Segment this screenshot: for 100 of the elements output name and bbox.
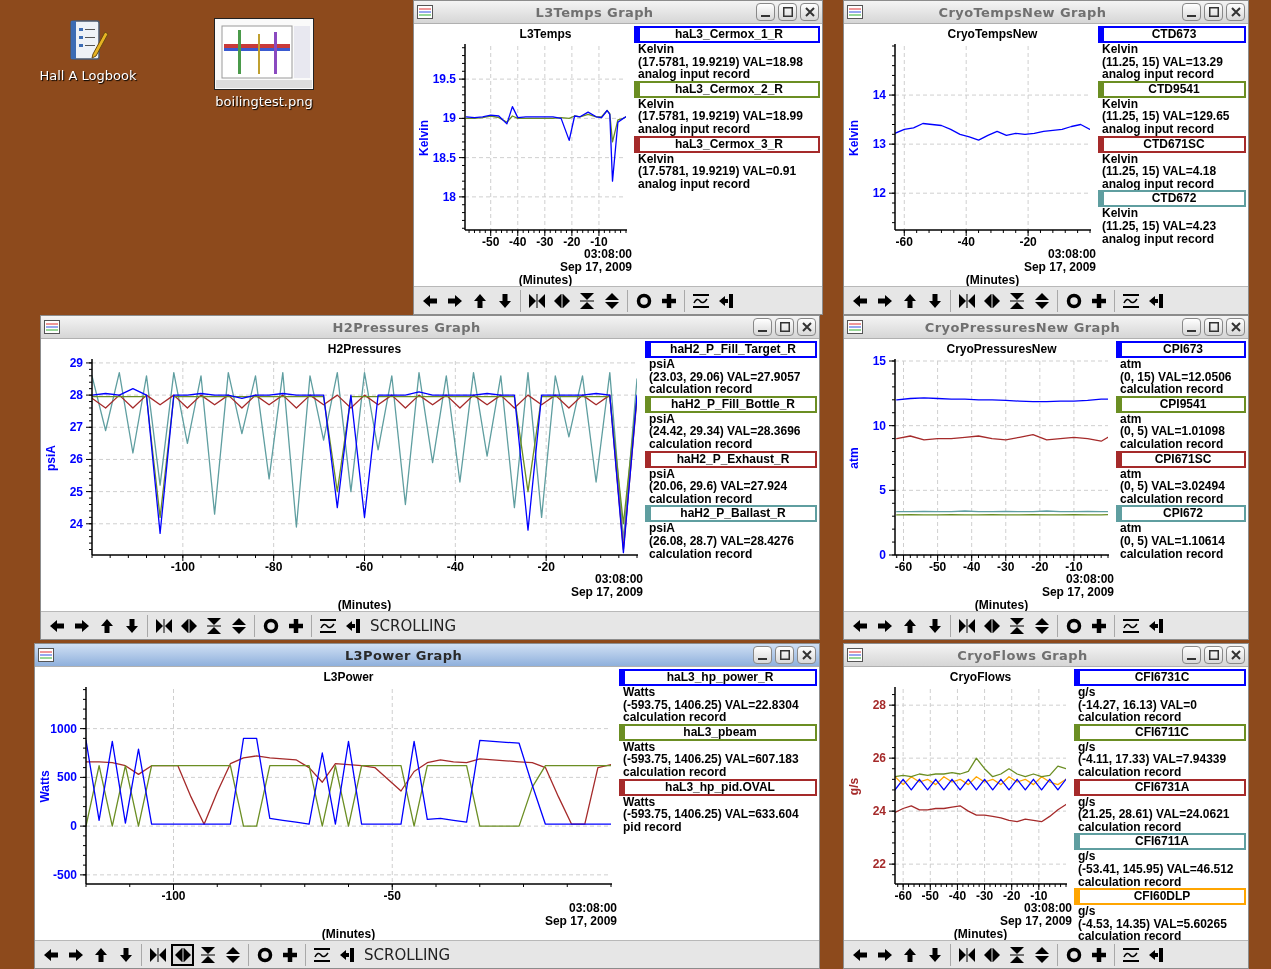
trace-name-button[interactable]: haL3_Cermox_3_R — [634, 135, 820, 153]
trace-name-button[interactable]: CTD671SC — [1098, 135, 1246, 153]
y-axis-label: psiA — [44, 445, 58, 471]
maximize-button[interactable] — [1204, 646, 1223, 664]
trace-name-button[interactable]: CTD673 — [1098, 26, 1246, 43]
window-title: CryoTempsNew Graph — [937, 4, 1108, 20]
y-axis-label: atm — [847, 447, 861, 469]
units-label: g/s — [1077, 795, 1096, 809]
trace-name-button[interactable]: CFI60DLP — [1074, 888, 1246, 906]
y-axis-label: Watts — [38, 770, 52, 803]
chart-title: L3Temps — [519, 27, 572, 41]
chart-icon[interactable] — [847, 320, 863, 334]
y-tick-label: 14 — [872, 88, 886, 103]
maximize-button[interactable] — [1204, 3, 1223, 21]
units-label: g/s — [1077, 850, 1097, 863]
minimize-button[interactable] — [1182, 646, 1201, 664]
hourglass-icon — [1008, 946, 1025, 963]
trace-name-button[interactable]: haL3_Cermox_1_R — [634, 26, 820, 43]
minimize-button[interactable] — [753, 646, 772, 664]
range-reading: (17.5781, 19.9219) VAL=18.98 — [637, 55, 804, 69]
right-arrow-icon — [876, 292, 893, 309]
chart-title: L3Power — [323, 670, 374, 684]
outward-triangles-icon — [174, 946, 191, 963]
units-label: Kelvin — [637, 152, 675, 166]
left-arrow-icon — [421, 292, 438, 309]
trace-name-button[interactable]: CFI6731A — [1074, 778, 1246, 796]
maximize-button[interactable] — [775, 646, 794, 664]
record-type: pid record — [622, 820, 682, 834]
trace-name-button[interactable]: haL3_Cermox_2_R — [634, 80, 820, 98]
trace-name-button[interactable]: haL3_hp_pid.OVAL — [619, 778, 817, 796]
units-label: psiA — [648, 467, 675, 481]
maximize-icon — [1208, 7, 1219, 17]
chart-icon[interactable] — [847, 5, 863, 19]
close-button[interactable] — [797, 646, 816, 664]
y-tick-label: 27 — [69, 420, 83, 435]
icon-label: Hall A Logbook — [39, 68, 137, 83]
up-arrow-icon — [471, 292, 488, 309]
close-button[interactable] — [800, 3, 819, 21]
chart-icon[interactable] — [847, 648, 863, 662]
trace-name-button[interactable]: haH2_P_Exhaust_R — [645, 450, 817, 468]
close-button[interactable] — [1226, 646, 1245, 664]
x-tick-label: -60 — [894, 889, 912, 903]
minimize-button[interactable] — [1182, 3, 1201, 21]
trace-name-button[interactable]: CPI673 — [1116, 341, 1246, 358]
trace-name-button[interactable]: CFI6731C — [1074, 669, 1246, 686]
maximize-button[interactable] — [778, 3, 797, 21]
record-type: calculation record — [1077, 820, 1183, 834]
y-tick-label: 24 — [69, 516, 83, 531]
outward-triangles-button[interactable] — [171, 943, 194, 966]
trace-name-button[interactable]: CTD9541 — [1098, 80, 1246, 98]
minimize-icon — [758, 657, 767, 660]
minimize-button[interactable] — [756, 3, 775, 21]
maximize-button[interactable] — [775, 318, 794, 336]
record-type: calculation record — [648, 383, 754, 396]
trace-name-button[interactable]: haH2_P_Fill_Target_R — [645, 341, 817, 358]
minimize-button[interactable] — [753, 318, 772, 336]
trace-name-button[interactable]: CFI6711A — [1074, 833, 1246, 851]
trace-name-button[interactable]: CTD672 — [1098, 190, 1246, 208]
trace-name-button[interactable]: CPI9541 — [1116, 395, 1246, 413]
icon-label: boilingtest.png — [215, 94, 313, 109]
units-label: psiA — [648, 358, 675, 371]
trace-name-button[interactable]: CFI6711C — [1074, 723, 1246, 741]
chart-icon[interactable] — [417, 5, 433, 19]
record-type: calculation record — [1119, 492, 1225, 506]
trace-name-button[interactable]: CPI672 — [1116, 505, 1246, 523]
trace-name-button[interactable]: haH2_P_Ballast_R — [645, 505, 817, 523]
units-label: Watts — [622, 686, 657, 699]
inward-triangles-icon — [958, 617, 975, 634]
record-type: analog input record — [1101, 232, 1215, 246]
record-type: calculation record — [622, 765, 728, 779]
chart-icon[interactable] — [44, 320, 60, 334]
range-reading: (26.08, 28.7) VAL=28.4276 — [648, 534, 795, 548]
chart-title: CryoFlows — [949, 670, 1012, 684]
chart-icon[interactable] — [38, 648, 54, 662]
trace-name-button[interactable]: haL3_pbeam — [619, 723, 817, 741]
close-button[interactable] — [1226, 3, 1245, 21]
maximize-button[interactable] — [1204, 318, 1223, 336]
trace-name-button[interactable]: haH2_P_Fill_Bottle_R — [645, 395, 817, 413]
record-type: calculation record — [648, 547, 754, 561]
y-tick-label: 18 — [442, 189, 456, 204]
minimize-icon — [758, 329, 767, 332]
up-arrow-icon — [92, 946, 109, 963]
date-label: Sep 17, 2009 — [1041, 585, 1114, 599]
y-tick-label: 22 — [872, 857, 886, 872]
up-down-triangles-icon — [1033, 946, 1050, 963]
y-tick-label: 24 — [872, 804, 886, 819]
record-type: analog input record — [1101, 122, 1215, 136]
minimize-button[interactable] — [1182, 318, 1201, 336]
trace-name-button[interactable]: CPI671SC — [1116, 450, 1246, 468]
trace-name-button[interactable]: haL3_hp_power_R — [619, 669, 817, 686]
close-button[interactable] — [1226, 318, 1245, 336]
record-type: calculation record — [1077, 930, 1183, 943]
close-button[interactable] — [797, 318, 816, 336]
hourglass-icon — [578, 292, 595, 309]
record-type: calculation record — [1077, 765, 1183, 779]
range-reading: (11.25, 15) VAL=4.23 — [1101, 219, 1218, 233]
close-icon — [1230, 322, 1241, 332]
units-label: psiA — [648, 412, 676, 426]
down-arrow-icon — [117, 946, 134, 963]
units-label: Watts — [622, 795, 657, 809]
